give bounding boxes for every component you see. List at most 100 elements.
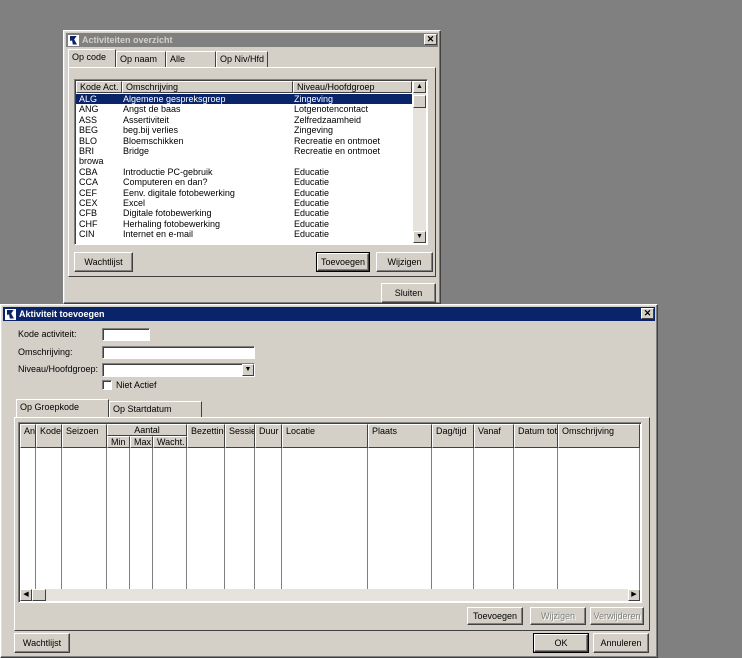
column-header[interactable]: Aantal — [107, 424, 187, 436]
waitlist-button[interactable]: Wachtlijst — [14, 633, 70, 653]
button-label: Verwijderen — [593, 611, 641, 621]
list-item[interactable]: CHF Herhaling fotobewerking Educatie — [76, 219, 412, 229]
chevron-down-icon[interactable]: ▼ — [242, 364, 254, 376]
tab-alle[interactable]: Alle — [166, 51, 216, 67]
grid-column-line — [106, 448, 107, 590]
column-header[interactable]: Locatie — [282, 424, 368, 448]
header-label: Omschrijving — [562, 426, 615, 436]
list-item[interactable]: browa — [76, 156, 412, 166]
column-header-desc[interactable]: Omschrijving — [122, 81, 293, 93]
scroll-thumb[interactable] — [413, 95, 426, 108]
list-cell-desc: Eenv. digitale fotobewerking — [123, 187, 235, 198]
list-cell-level: Lotgenotencontact — [294, 104, 369, 115]
list-item[interactable]: CEX Excel Educatie — [76, 198, 412, 208]
tab-op-code[interactable]: Op code — [68, 49, 116, 67]
column-header[interactable]: Vanaf — [474, 424, 514, 448]
column-header[interactable]: Plaats — [368, 424, 432, 448]
subcolumn-header[interactable]: Max — [130, 436, 153, 448]
column-header[interactable]: Dag/tijd — [432, 424, 474, 448]
activities-list[interactable]: Kode Act. Omschrijving Niveau/Hoofdgroep… — [74, 79, 428, 245]
list-cell-code: CEX — [79, 198, 98, 208]
list-item[interactable]: ASS Assertiviteit Zelfredzaamheid — [76, 115, 412, 125]
button-label: OK — [554, 638, 568, 648]
subcolumn-header[interactable]: Wacht. — [153, 436, 187, 448]
cancel-button[interactable]: Annuleren — [593, 633, 649, 653]
list-item[interactable]: CBA Introductie PC-gebruik Educatie — [76, 167, 412, 177]
list-cell-desc: Assertiviteit — [123, 114, 170, 125]
column-header[interactable]: Sessie — [225, 424, 255, 448]
list-cell-level: Educatie — [294, 198, 330, 208]
grid-delete-button[interactable]: Verwijderen — [590, 607, 644, 625]
list-cell-code: ASS — [79, 114, 98, 125]
column-header[interactable]: Omschrijving — [558, 424, 640, 448]
horizontal-scrollbar[interactable]: ◀ ▶ — [20, 589, 640, 601]
vertical-scrollbar[interactable]: ▲ ▼ — [413, 81, 426, 243]
header-label: Seizoen — [66, 426, 99, 436]
tab-label: Op Niv/Hfd — [220, 54, 265, 64]
scroll-thumb[interactable] — [32, 589, 46, 601]
scroll-left-icon[interactable]: ◀ — [20, 589, 32, 601]
inactive-label: Niet Actief — [116, 380, 157, 390]
list-item[interactable]: BLO Bloemschikken Recreatie en ontmoet — [76, 136, 412, 146]
waitlist-button[interactable]: Wachtlijst — [74, 252, 133, 272]
list-cell-code: CCA — [79, 177, 99, 188]
list-item[interactable]: CCA Computeren en dan? Educatie — [76, 177, 412, 187]
list-cell-desc: Bridge — [123, 146, 150, 156]
button-label: Toevoegen — [320, 257, 366, 267]
grid-add-button[interactable]: Toevoegen — [467, 607, 523, 625]
overview-title: Activiteiten overzicht — [82, 35, 173, 45]
list-cell-desc: Herhaling fotobewerking — [123, 218, 221, 229]
grid-column-line — [35, 448, 36, 590]
header-label: Sessie — [229, 426, 255, 436]
list-item[interactable]: CEF Eenv. digitale fotobewerking Educatie — [76, 188, 412, 198]
column-header[interactable]: An — [20, 424, 36, 448]
header-label: Vanaf — [478, 426, 501, 436]
list-item[interactable]: ANG Angst de baas Lotgenotencontact — [76, 104, 412, 114]
list-item[interactable]: BRI Bridge Recreatie en ontmoet — [76, 146, 412, 156]
column-header[interactable]: Datum tot — [514, 424, 558, 448]
close-button[interactable]: Sluiten — [381, 283, 436, 303]
list-cell-desc: Bloemschikken — [123, 135, 184, 146]
list-item[interactable]: CFB Digitale fotobewerking Educatie — [76, 208, 412, 218]
header-label: Kode Act. — [80, 82, 119, 92]
scroll-up-icon[interactable]: ▲ — [413, 81, 426, 93]
tab-op-niv-hfd[interactable]: Op Niv/Hfd — [216, 51, 268, 67]
list-item[interactable]: ALG Algemene gespreksgroep Zingeving — [76, 94, 412, 105]
column-header[interactable]: Seizoen — [62, 424, 107, 448]
add-activity-titlebar[interactable]: Aktiviteit toevoegen ✕ — [3, 307, 655, 321]
list-item[interactable]: BEG beg.bij verlies Zingeving — [76, 125, 412, 135]
tab-op-naam[interactable]: Op naam — [116, 51, 166, 67]
column-header[interactable]: Kode — [36, 424, 62, 448]
grid-column-line — [367, 448, 368, 590]
ok-button[interactable]: OK — [533, 633, 589, 653]
list-cell-level: Educatie — [294, 177, 330, 188]
list-cell-level: Educatie — [294, 166, 330, 177]
grid-edit-button[interactable]: Wijzigen — [530, 607, 586, 625]
edit-button[interactable]: Wijzigen — [376, 252, 433, 272]
list-item[interactable]: CIN Internet en e-mail Educatie — [76, 229, 412, 239]
overview-titlebar[interactable]: Activiteiten overzicht ✕ — [66, 33, 438, 47]
column-header-code[interactable]: Kode Act. — [76, 81, 122, 93]
column-header[interactable]: Bezetting — [187, 424, 225, 448]
scroll-right-icon[interactable]: ▶ — [628, 589, 640, 601]
close-icon[interactable]: ✕ — [641, 308, 654, 319]
header-label: Dag/tijd — [436, 426, 467, 436]
grid-column-line — [473, 448, 474, 590]
list-cell-desc: Introductie PC-gebruik — [123, 166, 213, 177]
code-input[interactable] — [102, 328, 150, 341]
activities-rows: ALG Algemene gespreksgroep Zingeving ANG Ang… — [76, 94, 412, 244]
tab-op-startdatum[interactable]: Op Startdatum — [109, 401, 202, 417]
level-select[interactable]: ▼ — [102, 363, 255, 377]
column-header[interactable]: Duur — [255, 424, 282, 448]
subcolumn-header[interactable]: Min — [107, 436, 130, 448]
close-icon[interactable]: ✕ — [424, 34, 437, 45]
tab-op-groepkode[interactable]: Op Groepkode — [16, 399, 109, 417]
grid-column-line — [513, 448, 514, 590]
scroll-down-icon[interactable]: ▼ — [413, 231, 426, 243]
header-label: Bezetting — [191, 426, 225, 436]
column-header-level[interactable]: Niveau/Hoofdgroep — [293, 81, 412, 93]
desc-input[interactable] — [102, 346, 255, 359]
add-button[interactable]: Toevoegen — [316, 252, 370, 272]
groups-grid[interactable]: An Kode Seizoen Aantal Min Max Wacht. Bezetting… — [18, 422, 642, 603]
inactive-checkbox[interactable] — [102, 380, 112, 390]
